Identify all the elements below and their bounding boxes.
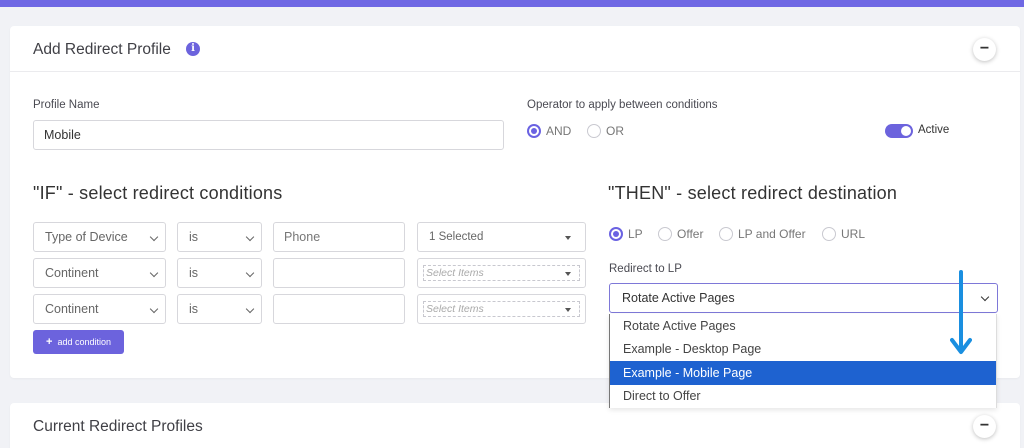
radio-unchecked-icon <box>587 124 601 138</box>
chevron-down-icon <box>149 304 159 314</box>
condition-operator-select[interactable]: is <box>177 294 262 324</box>
redirect-to-lp-select[interactable]: Rotate Active Pages <box>609 283 998 313</box>
arrow-down-icon <box>950 270 972 354</box>
condition-type-select[interactable]: Continent <box>33 258 166 288</box>
profile-name-value: Mobile <box>44 128 81 142</box>
dropdown-option[interactable]: Rotate Active Pages <box>610 314 996 338</box>
chevron-down-icon <box>245 304 255 314</box>
card-title: Current Redirect Profiles <box>33 418 203 435</box>
profile-name-input[interactable]: Mobile <box>33 120 504 150</box>
destination-radio-lp[interactable]: LP <box>609 227 643 241</box>
plus-icon: + <box>46 336 53 348</box>
redirect-to-lp-dropdown: Rotate Active Pages Example - Desktop Pa… <box>609 314 997 408</box>
info-icon[interactable]: i <box>186 42 200 56</box>
condition-value: Phone <box>284 230 321 244</box>
destination-lp-label: LP <box>628 227 643 241</box>
destination-radio-offer[interactable]: Offer <box>658 227 703 241</box>
condition-multiselect[interactable]: 1 Selected <box>417 222 586 252</box>
destination-radio-lp-and-offer[interactable]: LP and Offer <box>719 227 806 241</box>
condition-value-input[interactable] <box>273 294 405 324</box>
condition-operator-select[interactable]: is <box>177 258 262 288</box>
condition-type-value: Continent <box>45 302 99 316</box>
destination-radio-url[interactable]: URL <box>822 227 865 241</box>
card-header: Add Redirect Profile i − <box>10 26 1020 72</box>
radio-unchecked-icon <box>658 227 672 241</box>
active-toggle[interactable] <box>885 124 913 138</box>
add-condition-label: add condition <box>57 337 111 347</box>
condition-type-select[interactable]: Continent <box>33 294 166 324</box>
operator-or-label: OR <box>606 124 624 138</box>
operator-radio-and[interactable]: AND <box>527 124 571 138</box>
collapse-button[interactable]: − <box>973 38 996 61</box>
caret-down-icon <box>565 272 571 276</box>
redirect-to-lp-label: Redirect to LP <box>609 263 682 275</box>
chevron-down-icon <box>245 232 255 242</box>
condition-operator-select[interactable]: is <box>177 222 262 252</box>
multiselect-placeholder: Select Items <box>423 301 580 317</box>
operator-and-label: AND <box>546 124 572 138</box>
if-section-title: "IF" - select redirect conditions <box>33 183 283 203</box>
condition-type-select[interactable]: Type of Device <box>33 222 166 252</box>
dropdown-option[interactable]: Example - Desktop Page <box>610 338 996 362</box>
chevron-down-icon <box>149 268 159 278</box>
chevron-down-icon <box>245 268 255 278</box>
chevron-down-icon <box>149 232 159 242</box>
active-label: Active <box>918 124 950 136</box>
collapse-button[interactable]: − <box>973 415 996 438</box>
radio-unchecked-icon <box>822 227 836 241</box>
destination-url-label: URL <box>841 227 866 241</box>
top-accent-bar <box>0 0 1024 7</box>
condition-type-value: Continent <box>45 266 99 280</box>
dropdown-option[interactable]: Direct to Offer <box>610 385 996 409</box>
condition-operator-value: is <box>189 266 199 280</box>
operator-label: Operator to apply between conditions <box>527 99 718 111</box>
condition-value-input[interactable] <box>273 258 405 288</box>
operator-radio-or[interactable]: OR <box>587 124 624 138</box>
condition-operator-value: is <box>189 230 199 244</box>
profile-name-label: Profile Name <box>33 99 100 111</box>
radio-checked-icon <box>527 124 541 138</box>
card-title: Add Redirect Profile <box>33 41 171 58</box>
condition-multiselect[interactable]: Select Items <box>417 258 586 288</box>
condition-operator-value: is <box>189 302 199 316</box>
redirect-to-lp-value: Rotate Active Pages <box>622 291 735 305</box>
radio-unchecked-icon <box>719 227 733 241</box>
caret-down-icon <box>565 308 571 312</box>
current-redirect-profiles-card: Current Redirect Profiles − <box>10 403 1020 448</box>
then-section-title: "THEN" - select redirect destination <box>608 183 898 203</box>
multiselect-value: 1 Selected <box>429 231 484 243</box>
condition-value-input[interactable]: Phone <box>273 222 405 252</box>
dropdown-option-selected[interactable]: Example - Mobile Page <box>610 361 996 385</box>
destination-lp-and-offer-label: LP and Offer <box>738 227 806 241</box>
radio-checked-icon <box>609 227 623 241</box>
multiselect-placeholder: Select Items <box>423 265 580 281</box>
caret-down-icon <box>565 236 571 240</box>
destination-offer-label: Offer <box>677 227 704 241</box>
condition-multiselect[interactable]: Select Items <box>417 294 586 324</box>
chevron-down-icon <box>980 292 990 302</box>
add-condition-button[interactable]: + add condition <box>33 330 124 354</box>
condition-type-value: Type of Device <box>45 230 128 244</box>
